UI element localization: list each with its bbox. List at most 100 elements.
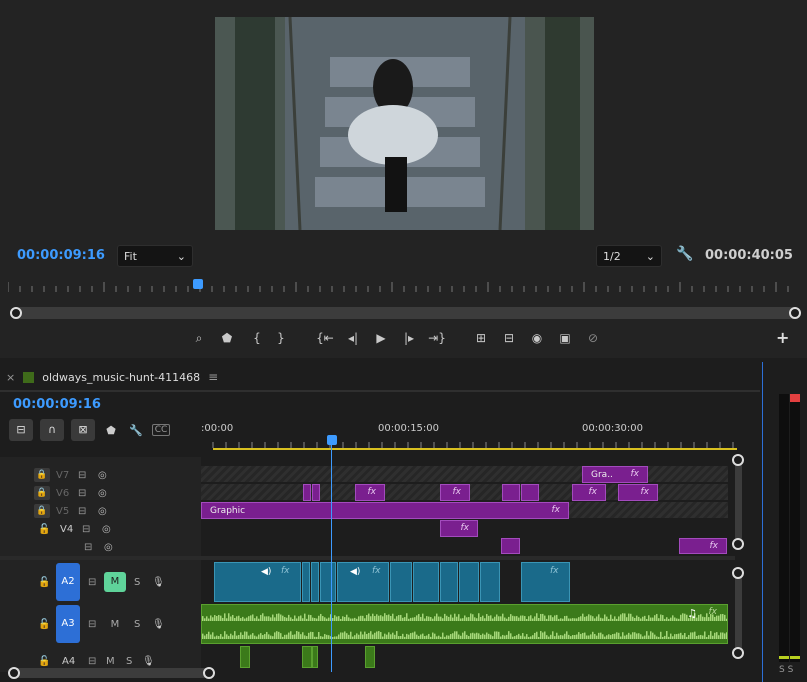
audio-clip[interactable]: fx <box>521 562 570 602</box>
unlock-icon[interactable]: 🔓 <box>38 524 52 535</box>
play-icon[interactable]: ▶ <box>372 330 390 346</box>
hscroll-handle-right[interactable] <box>203 667 215 679</box>
graphic-clip[interactable]: Graphic fx <box>201 502 569 519</box>
music-clip[interactable]: ♫ fx <box>201 604 728 644</box>
audio-clip[interactable] <box>312 646 318 668</box>
timeline-ruler[interactable]: :00:00 00:00:15:00 00:00:30:00 <box>201 420 741 452</box>
panel-menu-icon[interactable]: ≡ <box>208 370 218 384</box>
scroll-handle[interactable] <box>732 647 744 659</box>
sync-lock-icon[interactable]: ⊟ <box>78 506 92 517</box>
microphone-icon[interactable]: 🎙 <box>152 577 165 588</box>
audio-clip[interactable] <box>459 562 479 602</box>
lock-icon[interactable]: 🔒 <box>34 486 50 500</box>
audio-clip[interactable] <box>320 562 336 602</box>
graphic-clip[interactable] <box>502 484 520 501</box>
go-to-out-icon[interactable]: ⇥} <box>428 330 446 346</box>
close-icon[interactable]: × <box>6 371 15 384</box>
linked-selection-icon[interactable]: ⊠ <box>71 419 95 441</box>
unlock-icon[interactable]: 🔓 <box>38 619 52 630</box>
scroll-handle[interactable] <box>732 538 744 550</box>
graphic-clip[interactable] <box>303 484 311 501</box>
graphic-clip[interactable]: Gra.. fx <box>582 466 648 483</box>
eye-icon[interactable]: ◎ <box>98 506 112 517</box>
add-marker-icon[interactable]: ⬟ <box>218 330 236 346</box>
zoom-handle-left[interactable] <box>10 307 22 319</box>
track-label-a3[interactable]: A3 <box>56 605 80 643</box>
captions-icon[interactable]: CC <box>152 424 170 436</box>
eye-icon[interactable]: ◎ <box>98 488 112 499</box>
video-frame[interactable] <box>215 17 594 230</box>
sync-lock-icon[interactable]: ⊟ <box>78 470 92 481</box>
track-a3[interactable]: 🔓 A3 ⊟ M S 🎙 <box>0 604 201 644</box>
sync-lock-icon[interactable]: ⊟ <box>82 524 96 535</box>
lock-icon[interactable]: 🔒 <box>34 504 50 518</box>
audio-clip[interactable] <box>365 646 375 668</box>
graphic-clip[interactable] <box>312 484 320 501</box>
timeline-playhead-handle[interactable] <box>327 435 337 445</box>
zoom-handle-right[interactable] <box>789 307 801 319</box>
audio-clip[interactable] <box>440 562 458 602</box>
solo-button[interactable]: S <box>134 619 144 630</box>
track-a4[interactable]: 🔓 A4 ⊟ M S 🎙 <box>0 654 201 668</box>
add-button-icon[interactable]: + <box>776 328 789 347</box>
sync-lock-icon[interactable]: ⊟ <box>88 577 102 588</box>
fit-dropdown[interactable]: Fit ⌄ <box>117 245 193 267</box>
graphic-clip[interactable]: fx <box>618 484 658 501</box>
timeline-timecode[interactable]: 00:00:09:16 <box>13 397 101 412</box>
extract-icon[interactable]: ⊟ <box>500 330 518 346</box>
audio-clip[interactable] <box>240 646 250 668</box>
sync-lock-icon[interactable]: ⊟ <box>78 488 92 499</box>
microphone-icon[interactable]: 🎙 <box>152 619 165 630</box>
hscroll-handle-left[interactable] <box>8 667 20 679</box>
video-audio-divider[interactable] <box>0 556 735 560</box>
audio-scrollbar[interactable] <box>735 572 742 656</box>
monitor-playhead[interactable] <box>193 279 203 289</box>
mute-button[interactable]: M <box>104 619 126 630</box>
track-v4[interactable]: 🔓 V4 ⊟ ◎ <box>0 520 201 538</box>
graphic-clip[interactable]: fx <box>440 520 478 537</box>
track-v5[interactable]: 🔒 V5 ⊟ ◎ <box>0 502 201 520</box>
track-v7-lane[interactable] <box>201 466 728 482</box>
audio-clip[interactable]: ◀) fx <box>337 562 389 602</box>
video-scrollbar[interactable] <box>735 457 742 541</box>
graphic-clip[interactable]: fx <box>355 484 385 501</box>
graphic-clip[interactable] <box>501 538 520 554</box>
mark-in-icon[interactable]: { <box>248 330 266 346</box>
unlock-icon[interactable]: 🔓 <box>38 577 52 588</box>
scroll-handle[interactable] <box>732 454 744 466</box>
wrench-icon[interactable]: 🔧 <box>127 424 145 437</box>
lift-icon[interactable]: ⊞ <box>472 330 490 346</box>
solo-button[interactable]: S <box>126 656 136 667</box>
sync-lock-icon[interactable]: ⊟ <box>88 619 102 630</box>
sync-lock-icon[interactable]: ⊟ <box>88 656 102 667</box>
mute-button[interactable]: M <box>104 572 126 592</box>
step-back-icon[interactable]: ◂| <box>344 330 362 346</box>
microphone-icon[interactable]: 🎙 <box>142 656 155 667</box>
snap-icon[interactable]: ∩ <box>40 419 64 441</box>
zoom-find-icon[interactable]: ⌕ <box>190 330 208 346</box>
lock-icon[interactable]: 🔒 <box>34 468 50 482</box>
camera-icon[interactable]: ◉ <box>528 330 546 346</box>
mark-out-icon[interactable]: } <box>272 330 290 346</box>
proxy-toggle-icon[interactable]: ⊘ <box>584 330 602 346</box>
track-v6[interactable]: 🔒 V6 ⊟ ◎ <box>0 484 201 502</box>
audio-clip[interactable] <box>311 562 319 602</box>
audio-clip[interactable] <box>302 646 312 668</box>
comparison-view-icon[interactable]: ▣ <box>556 330 574 346</box>
track-a2[interactable]: 🔓 A2 ⊟ M S 🎙 <box>0 562 201 602</box>
graphic-clip[interactable]: fx <box>679 538 727 554</box>
audio-clip[interactable] <box>413 562 439 602</box>
mute-button[interactable]: M <box>106 656 120 667</box>
eye-icon[interactable]: ◎ <box>104 542 118 553</box>
audio-clip[interactable] <box>390 562 412 602</box>
graphic-clip[interactable] <box>521 484 539 501</box>
timeline-playhead[interactable] <box>331 435 332 672</box>
audio-clip[interactable] <box>480 562 500 602</box>
wrench-icon[interactable]: 🔧 <box>676 246 693 262</box>
graphic-clip[interactable]: fx <box>440 484 470 501</box>
sync-lock-icon[interactable]: ⊟ <box>84 542 98 553</box>
track-v7[interactable]: 🔒 V7 ⊟ ◎ <box>0 466 201 484</box>
audio-clip[interactable]: ◀) fx <box>214 562 301 602</box>
track-label-a2[interactable]: A2 <box>56 563 80 601</box>
track-v3[interactable]: ⊟ ◎ <box>0 540 201 554</box>
